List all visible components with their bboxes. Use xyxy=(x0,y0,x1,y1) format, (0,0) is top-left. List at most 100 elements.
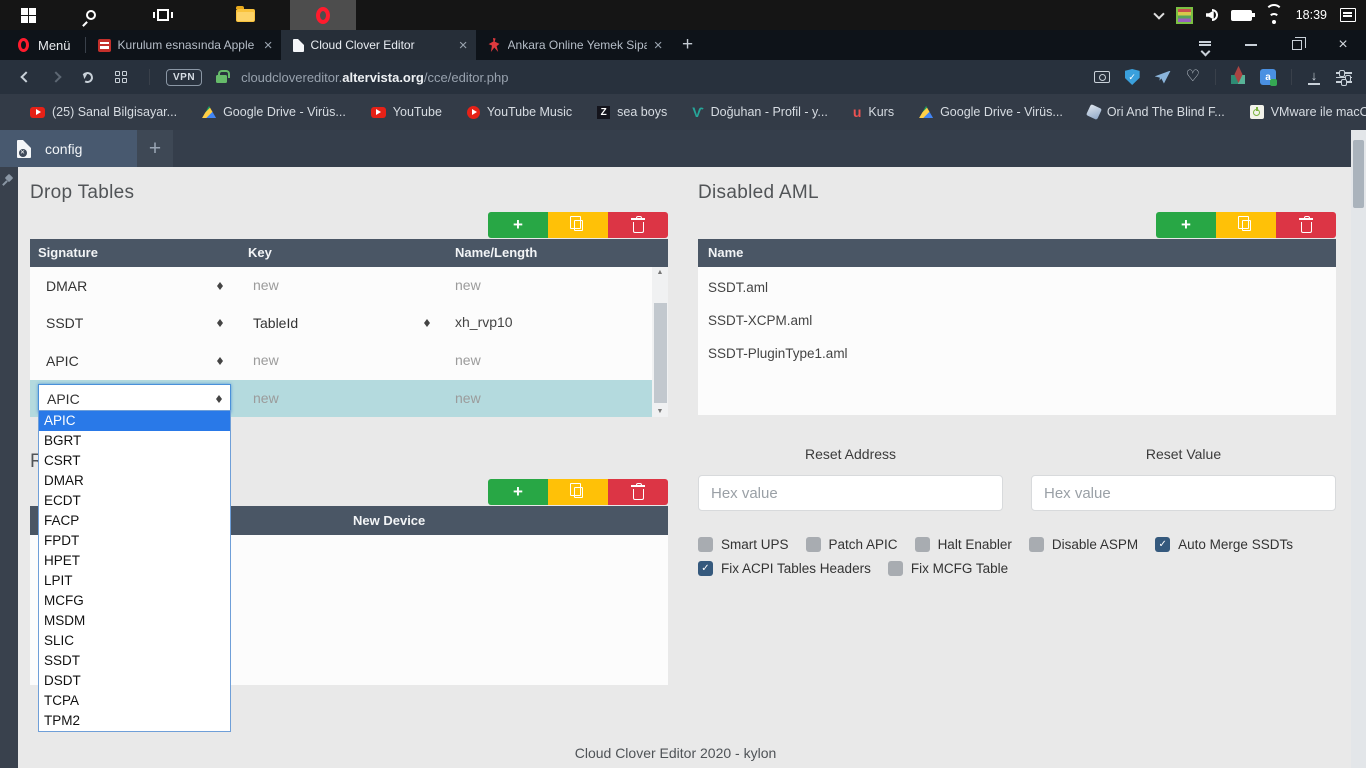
name-field[interactable]: xh_rvp10 xyxy=(455,304,513,341)
file-explorer-button[interactable] xyxy=(200,0,290,30)
dropdown-option[interactable]: FACP xyxy=(39,511,230,531)
scroll-down-icon[interactable]: ▼ xyxy=(652,408,668,415)
vpn-badge[interactable]: VPN xyxy=(166,69,202,86)
bookmark-item[interactable]: (25) Sanal Bilgisayar... xyxy=(30,105,177,119)
hidden-icons-chevron[interactable] xyxy=(1153,8,1164,19)
bookmark-item[interactable]: Google Drive - Virüs... xyxy=(202,105,346,119)
restore-button[interactable] xyxy=(1274,30,1320,60)
bookmark-item[interactable]: uKurs xyxy=(853,105,894,119)
myflow-send-icon[interactable] xyxy=(1155,71,1171,84)
bookmark-item[interactable]: Google Drive - Virüs... xyxy=(919,105,1063,119)
bookmark-item[interactable]: YouTube Music xyxy=(467,105,572,119)
checkbox-auto-merge-ssdts[interactable]: ✓Auto Merge SSDTs xyxy=(1155,537,1293,552)
tab-search-button[interactable] xyxy=(1182,30,1228,60)
dropdown-option[interactable]: TPM2 xyxy=(39,711,230,731)
adblock-shield-icon[interactable]: ✓ xyxy=(1125,69,1140,85)
signature-select-open[interactable]: APIC xyxy=(38,384,231,413)
add-button[interactable]: + xyxy=(488,212,548,238)
dropdown-option[interactable]: MCFG xyxy=(39,591,230,611)
page-scrollbar-thumb[interactable] xyxy=(1353,140,1364,208)
bookmark-item[interactable]: Zsea boys xyxy=(597,105,667,119)
dropdown-option[interactable]: DMAR xyxy=(39,471,230,491)
dropdown-option[interactable]: ECDT xyxy=(39,491,230,511)
task-view-button[interactable] xyxy=(126,0,200,30)
dropdown-option[interactable]: FPDT xyxy=(39,531,230,551)
reset-value-input[interactable] xyxy=(1031,475,1336,511)
signature-select[interactable]: DMAR xyxy=(38,271,231,300)
opera-menu-button[interactable]: Menü xyxy=(0,30,85,60)
minimize-button[interactable] xyxy=(1228,30,1274,60)
snapshot-camera-icon[interactable] xyxy=(1094,71,1110,83)
bookmark-item[interactable]: ѴDoğuhan - Profil - y... xyxy=(692,105,828,119)
opera-taskbar-button[interactable] xyxy=(290,0,356,30)
clock[interactable]: 18:39 xyxy=(1296,8,1327,22)
dropdown-option[interactable]: MSDM xyxy=(39,611,230,631)
dropdown-option[interactable]: CSRT xyxy=(39,451,230,471)
copy-button[interactable] xyxy=(548,212,608,238)
bookmark-heart-icon[interactable]: ♡ xyxy=(1186,69,1200,85)
delete-button[interactable] xyxy=(608,479,668,505)
checkbox-smart-ups[interactable]: Smart UPS xyxy=(698,537,789,552)
dropdown-option[interactable]: SSDT xyxy=(39,651,230,671)
close-tab-icon[interactable]: × xyxy=(654,38,663,53)
dropdown-option[interactable]: BGRT xyxy=(39,431,230,451)
copy-button[interactable] xyxy=(1216,212,1276,238)
list-item[interactable]: SSDT.aml xyxy=(708,280,768,295)
close-tab-icon[interactable]: × xyxy=(264,38,273,53)
signature-select[interactable]: APIC xyxy=(38,346,231,375)
wifi-icon[interactable] xyxy=(1265,9,1283,22)
page-scrollbar[interactable] xyxy=(1351,130,1366,768)
bookmark-item[interactable]: VMware ile macOS... xyxy=(1250,105,1366,119)
forward-button[interactable] xyxy=(50,71,61,82)
name-field[interactable]: new xyxy=(455,342,481,379)
checkbox-fix-mcfg-table[interactable]: Fix MCFG Table xyxy=(888,561,1008,576)
dropdown-option-selected[interactable]: APIC xyxy=(39,411,230,431)
action-center-icon[interactable] xyxy=(1340,8,1356,22)
pin-icon[interactable] xyxy=(4,175,13,184)
dropdown-option[interactable]: HPET xyxy=(39,551,230,571)
list-item[interactable]: SSDT-XCPM.aml xyxy=(708,313,812,328)
bookmark-item[interactable]: YouTube xyxy=(371,105,442,119)
address-bar[interactable]: cloudclovereditor.altervista.org/cce/edi… xyxy=(241,70,508,85)
checkbox-fix-acpi-headers[interactable]: ✓Fix ACPI Tables Headers xyxy=(698,561,871,576)
extension-cube-icon[interactable] xyxy=(1231,75,1245,84)
checkbox-halt-enabler[interactable]: Halt Enabler xyxy=(915,537,1012,552)
secure-lock-icon[interactable] xyxy=(216,75,227,83)
bookmark-item[interactable]: Ori And The Blind F... xyxy=(1088,105,1225,119)
signature-select[interactable]: SSDT xyxy=(38,308,231,337)
search-button[interactable] xyxy=(56,0,126,30)
speed-dial-button[interactable] xyxy=(115,71,127,83)
key-field[interactable]: new xyxy=(253,267,279,304)
dropdown-option[interactable]: TCPA xyxy=(39,691,230,711)
add-button[interactable]: + xyxy=(1156,212,1216,238)
cce-tab-config[interactable]: config xyxy=(0,130,137,167)
volume-button[interactable] xyxy=(1206,9,1218,21)
name-field[interactable]: new xyxy=(455,267,481,304)
browser-tab-yemek[interactable]: Ankara Online Yemek Sipari × xyxy=(476,30,671,60)
back-button[interactable] xyxy=(20,71,31,82)
scrollbar-thumb[interactable] xyxy=(654,303,667,403)
key-field[interactable]: new xyxy=(253,342,279,379)
translate-extension-icon[interactable]: a xyxy=(1260,69,1276,85)
key-field[interactable]: new xyxy=(253,380,279,417)
close-window-button[interactable]: × xyxy=(1320,30,1366,60)
downloads-icon[interactable]: ↓ xyxy=(1307,70,1321,84)
new-tab-button[interactable]: + xyxy=(671,30,705,60)
reset-address-input[interactable] xyxy=(698,475,1003,511)
dropdown-option[interactable]: DSDT xyxy=(39,671,230,691)
tray-app-icon[interactable] xyxy=(1176,7,1193,24)
dropdown-option[interactable]: SLIC xyxy=(39,631,230,651)
delete-button[interactable] xyxy=(608,212,668,238)
checkbox-disable-aspm[interactable]: Disable ASPM xyxy=(1029,537,1138,552)
settings-sliders-icon[interactable] xyxy=(1336,71,1352,83)
battery-icon[interactable] xyxy=(1231,10,1252,21)
key-select[interactable]: TableId xyxy=(245,308,438,337)
reload-button[interactable] xyxy=(81,70,94,83)
cce-new-tab-button[interactable]: + xyxy=(137,130,173,167)
dropdown-option[interactable]: LPIT xyxy=(39,571,230,591)
copy-button[interactable] xyxy=(548,479,608,505)
start-button[interactable] xyxy=(0,0,56,30)
checkbox-patch-apic[interactable]: Patch APIC xyxy=(806,537,898,552)
browser-tab-osx86[interactable]: Kurulum esnasında Apple I × xyxy=(86,30,281,60)
browser-tab-cloud-clover[interactable]: Cloud Clover Editor × xyxy=(281,30,476,60)
